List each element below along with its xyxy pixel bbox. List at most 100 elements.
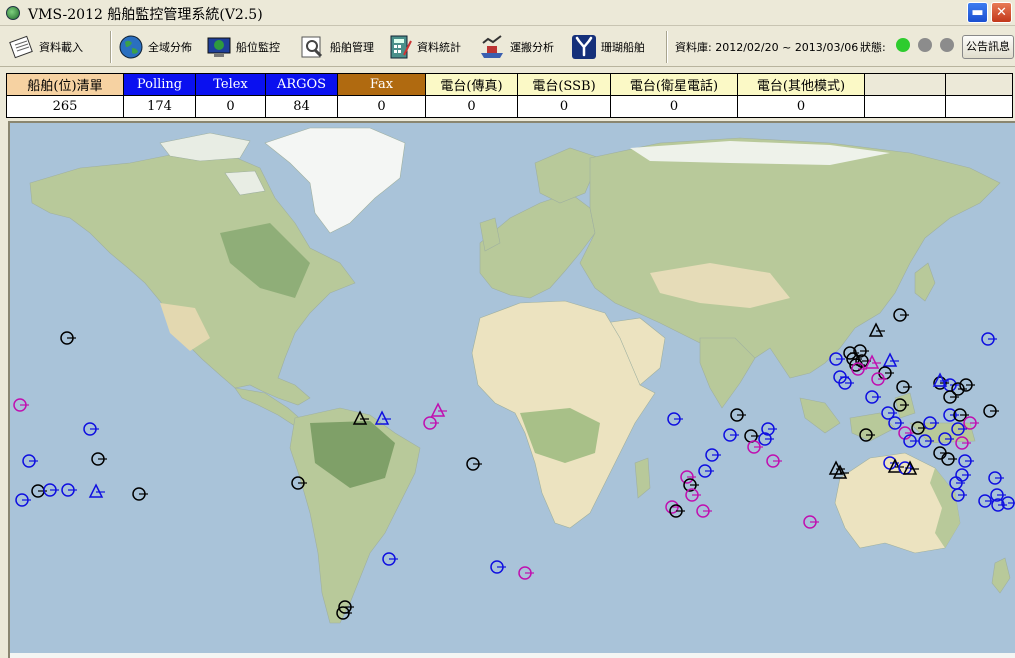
coral-vessel-button[interactable]: 珊瑚船舶 bbox=[570, 30, 645, 64]
vessel-marker[interactable] bbox=[988, 471, 1004, 485]
stats-value-polling: 174 bbox=[123, 95, 196, 118]
vessel-marker[interactable] bbox=[955, 468, 971, 482]
land-layer bbox=[10, 127, 1015, 658]
vessel-marker[interactable] bbox=[943, 390, 959, 404]
status-light-gray bbox=[918, 38, 932, 52]
stats-header-radio-other[interactable]: 電台(其他模式) bbox=[737, 73, 865, 96]
data-statistics-button[interactable]: 資料統計 bbox=[386, 30, 461, 64]
vessel-marker[interactable] bbox=[518, 566, 534, 580]
notice-button[interactable]: 公告訊息 bbox=[962, 35, 1014, 59]
position-monitor-label: 船位監控 bbox=[236, 41, 280, 54]
toolbar: 資料載入 全域分佈 船位監控 船舶管理 資料統計 運搬分析 珊瑚船舶 資料庫: … bbox=[0, 27, 1015, 67]
stats-value-empty bbox=[945, 95, 1013, 118]
vessel-marker[interactable] bbox=[868, 322, 885, 337]
calculator-icon bbox=[390, 35, 412, 59]
transport-analysis-label: 運搬分析 bbox=[510, 41, 554, 54]
vessel-marker[interactable] bbox=[903, 434, 919, 448]
vessel-marker[interactable] bbox=[88, 483, 105, 498]
vessel-marker[interactable] bbox=[730, 408, 746, 422]
data-statistics-label: 資料統計 bbox=[417, 41, 461, 54]
data-load-label: 資料載入 bbox=[39, 41, 83, 54]
status-label: 狀態: bbox=[860, 41, 886, 54]
vessel-marker[interactable] bbox=[15, 493, 31, 507]
application-window: VMS-2012 船舶監控管理系統(V2.5) ▬ ✕ 資料載入 全域分佈 船位… bbox=[0, 0, 1015, 658]
japan-islands bbox=[914, 262, 936, 302]
data-load-button[interactable]: 資料載入 bbox=[8, 30, 83, 64]
stats-value-radio-satphone: 0 bbox=[610, 95, 738, 118]
world-map-view[interactable] bbox=[8, 121, 1015, 658]
stats-header-row: 船舶(位)清單 Polling Telex ARGOS Fax 電台(傳真) 電… bbox=[6, 73, 1013, 96]
vessel-marker[interactable] bbox=[91, 452, 107, 466]
vessel-marker[interactable] bbox=[941, 452, 957, 466]
vessel-marker[interactable] bbox=[864, 354, 881, 369]
stats-value-radio-other: 0 bbox=[737, 95, 865, 118]
stats-header-telex[interactable]: Telex bbox=[195, 73, 266, 96]
vessel-marker[interactable] bbox=[705, 448, 721, 462]
ship-chart-icon bbox=[481, 35, 503, 58]
vessel-marker[interactable] bbox=[430, 402, 447, 417]
vessel-marker[interactable] bbox=[803, 515, 819, 529]
vessel-marker[interactable] bbox=[981, 332, 997, 346]
close-button[interactable]: ✕ bbox=[991, 2, 1012, 23]
window-title: VMS-2012 船舶監控管理系統(V2.5) bbox=[28, 7, 263, 23]
vessel-marker[interactable] bbox=[698, 464, 714, 478]
stats-header-fax[interactable]: Fax bbox=[337, 73, 426, 96]
minimize-button[interactable]: ▬ bbox=[967, 2, 988, 23]
vessel-marker[interactable] bbox=[696, 504, 712, 518]
vessel-marker[interactable] bbox=[983, 404, 999, 418]
stats-header-radio-ssb[interactable]: 電台(SSB) bbox=[517, 73, 611, 96]
vessel-marker[interactable] bbox=[61, 483, 77, 497]
vessel-marker[interactable] bbox=[878, 366, 894, 380]
antarctica-edge bbox=[10, 653, 1015, 658]
vessel-marker[interactable] bbox=[60, 331, 76, 345]
vessel-marker[interactable] bbox=[423, 416, 439, 430]
coral-vessel-label: 珊瑚船舶 bbox=[601, 41, 645, 54]
stats-header-radio-fax[interactable]: 電台(傳真) bbox=[425, 73, 518, 96]
vessel-marker[interactable] bbox=[13, 398, 29, 412]
global-distribution-button[interactable]: 全域分佈 bbox=[117, 30, 192, 64]
vessel-marker[interactable] bbox=[22, 454, 38, 468]
vessel-marker[interactable] bbox=[958, 454, 974, 468]
vessel-marker[interactable] bbox=[43, 483, 59, 497]
global-distribution-label: 全域分佈 bbox=[148, 41, 192, 54]
vessel-marker[interactable] bbox=[896, 380, 912, 394]
vessel-marker[interactable] bbox=[882, 352, 899, 367]
stats-header-polling[interactable]: Polling bbox=[123, 73, 196, 96]
stats-value-row: 265 174 0 84 0 0 0 0 0 bbox=[6, 95, 1013, 118]
vessel-marker[interactable] bbox=[893, 308, 909, 322]
vessel-marker[interactable] bbox=[667, 412, 683, 426]
europe-landmass bbox=[479, 192, 596, 299]
vessel-marker[interactable] bbox=[490, 560, 506, 574]
stats-value-telex: 0 bbox=[195, 95, 266, 118]
position-monitor-button[interactable]: 船位監控 bbox=[205, 30, 280, 64]
status-light-gray bbox=[940, 38, 954, 52]
vessel-marker[interactable] bbox=[466, 457, 482, 471]
vessel-marker[interactable] bbox=[766, 454, 782, 468]
world-map[interactable] bbox=[10, 123, 1015, 658]
vessel-marker[interactable] bbox=[83, 422, 99, 436]
stats-value-empty bbox=[864, 95, 946, 118]
stats-value-argos: 84 bbox=[265, 95, 338, 118]
new-zealand bbox=[991, 557, 1011, 594]
stats-header-argos[interactable]: ARGOS bbox=[265, 73, 338, 96]
madagascar bbox=[634, 457, 651, 499]
stats-header-vessel-list[interactable]: 船舶(位)清單 bbox=[6, 73, 124, 96]
stats-header-radio-satphone[interactable]: 電台(衛星電話) bbox=[610, 73, 738, 96]
title-bar: VMS-2012 船舶監控管理系統(V2.5) ▬ ✕ bbox=[0, 0, 1015, 26]
north-america-landmass bbox=[29, 152, 356, 406]
monitor-globe-icon bbox=[207, 37, 231, 57]
vessel-marker[interactable] bbox=[382, 552, 398, 566]
vessel-marker[interactable] bbox=[829, 352, 845, 366]
vessel-marker[interactable] bbox=[685, 488, 701, 502]
vessel-marker[interactable] bbox=[744, 429, 760, 443]
database-range-label: 資料庫: 2012/02/20 ~ 2013/03/06 bbox=[675, 41, 859, 54]
stats-value-fax: 0 bbox=[337, 95, 426, 118]
stats-header-empty bbox=[864, 73, 946, 96]
transport-analysis-button[interactable]: 運搬分析 bbox=[479, 30, 554, 64]
globe-icon bbox=[119, 35, 143, 59]
vessel-marker[interactable] bbox=[723, 428, 739, 442]
vessel-management-button[interactable]: 船舶管理 bbox=[299, 30, 374, 64]
vessel-marker[interactable] bbox=[132, 487, 148, 501]
vessel-marker[interactable] bbox=[865, 390, 881, 404]
data-load-icon bbox=[9, 35, 33, 59]
